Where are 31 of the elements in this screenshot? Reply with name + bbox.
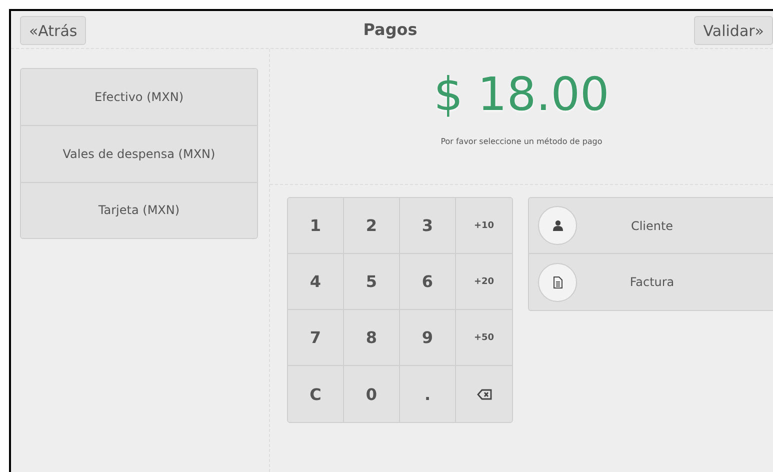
screen-title: Pagos — [363, 20, 418, 39]
numpad-key[interactable]: 2 — [344, 198, 400, 254]
invoice-button[interactable]: Factura — [529, 254, 773, 310]
add-amount-key[interactable]: +10 — [456, 198, 512, 254]
backspace-key[interactable] — [456, 366, 512, 422]
amount-due: $ 18.00 — [434, 67, 610, 121]
backspace-icon — [476, 388, 492, 400]
numpad-key[interactable]: 6 — [400, 254, 456, 310]
action-label: Factura — [628, 275, 676, 289]
add-amount-key[interactable]: +50 — [456, 310, 512, 366]
user-icon — [552, 220, 562, 231]
numpad-key[interactable]: 9 — [400, 310, 456, 366]
payment-method-item[interactable]: Vales de despensa (MXN) — [21, 125, 257, 182]
numpad-key[interactable]: 3 — [400, 198, 456, 254]
numpad-key[interactable]: 7 — [288, 310, 344, 366]
payment-method-item[interactable]: Efectivo (MXN) — [21, 69, 257, 125]
payment-method-item[interactable]: Tarjeta (MXN) — [21, 182, 257, 238]
numpad-key[interactable]: 0 — [344, 366, 400, 422]
numpad-key[interactable]: . — [400, 366, 456, 422]
customer-button[interactable]: Cliente — [529, 198, 773, 254]
document-icon — [552, 276, 562, 288]
payment-prompt: Por favor seleccione un método de pago — [440, 137, 602, 146]
add-amount-key[interactable]: +20 — [456, 254, 512, 310]
validate-button[interactable]: Validar» — [694, 16, 773, 45]
back-button[interactable]: «Atrás — [20, 16, 86, 45]
numpad-key[interactable]: 5 — [344, 254, 400, 310]
numpad-key[interactable]: 1 — [288, 198, 344, 254]
numpad-key[interactable]: 4 — [288, 254, 344, 310]
action-label: Cliente — [630, 218, 674, 232]
numpad-key[interactable]: 8 — [344, 310, 400, 366]
numpad-key[interactable]: C — [288, 366, 344, 422]
